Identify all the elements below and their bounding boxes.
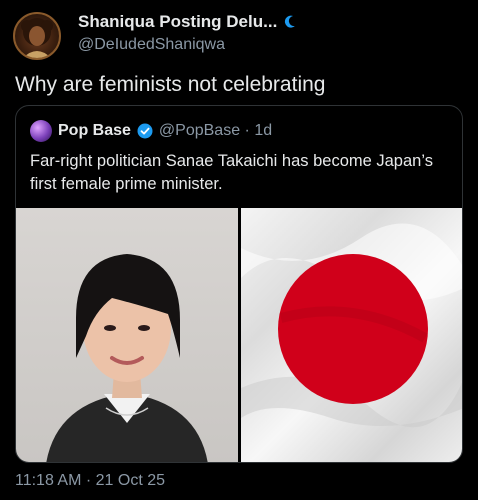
quoted-tweet[interactable]: Pop Base @PopBase · 1d Far-right politic… xyxy=(15,105,463,463)
verified-badge-icon xyxy=(137,123,153,139)
portrait-drawing xyxy=(46,254,208,462)
author-avatar[interactable] xyxy=(13,12,61,60)
author-name-row: Shaniqua Posting Delu... xyxy=(78,12,297,32)
japan-flag-image[interactable] xyxy=(241,208,462,462)
author-handle[interactable]: @DeIudedShaniqwa xyxy=(78,36,225,54)
quote-author-handle[interactable]: @PopBase · 1d xyxy=(159,122,272,140)
quote-author-avatar[interactable] xyxy=(30,120,52,142)
quoted-tweet-text: Far-right politician Sanae Takaichi has … xyxy=(30,152,433,193)
moon-icon xyxy=(283,15,297,29)
portrait-image[interactable] xyxy=(16,208,238,462)
flag-drawing xyxy=(241,223,462,428)
author-display-name[interactable]: Shaniqua Posting Delu... xyxy=(78,12,277,32)
tweet-text: Why are feminists not celebrating xyxy=(15,73,326,96)
quoted-tweet-header: Pop Base @PopBase · 1d xyxy=(30,120,272,142)
avatar-portrait xyxy=(21,18,53,58)
tweet-timestamp[interactable]: 11:18 AM · 21 Oct 25 xyxy=(15,472,165,490)
quote-author-name[interactable]: Pop Base xyxy=(58,122,131,140)
